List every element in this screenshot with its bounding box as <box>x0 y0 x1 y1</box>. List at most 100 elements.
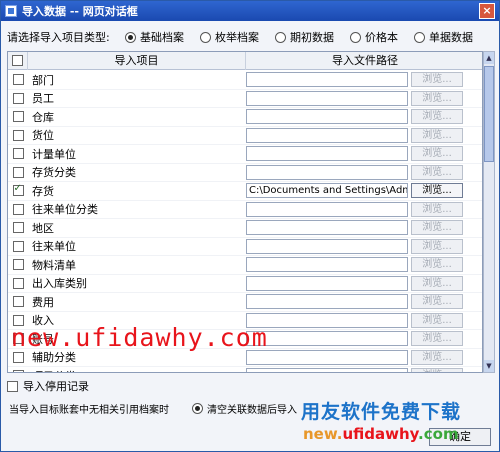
row-path-field[interactable] <box>246 275 408 291</box>
row-path-field[interactable]: C:\Documents and Settings\Admi... <box>246 183 408 199</box>
row-browse-button[interactable]: 浏览... <box>411 109 463 125</box>
radio-icon[interactable] <box>414 31 425 43</box>
row-item-name: 物料清单 <box>32 258 76 272</box>
row-checkbox-cell <box>8 92 28 104</box>
import-disabled-label: 导入停用记录 <box>23 380 89 393</box>
select-all-cell <box>8 52 28 70</box>
table-row: 往来单位 浏览... <box>8 238 482 256</box>
row-checkbox[interactable] <box>12 296 24 308</box>
row-browse-button[interactable]: 浏览... <box>411 349 463 365</box>
row-path-field[interactable] <box>246 294 408 310</box>
scroll-thumb[interactable] <box>484 66 494 162</box>
row-browse-button[interactable]: 浏览... <box>411 368 463 372</box>
watermark-url-part: new. <box>303 425 343 443</box>
watermark-url-large: new.ufidawhy.com <box>11 323 268 352</box>
row-browse-button[interactable]: 浏览... <box>411 312 463 328</box>
row-checkbox[interactable] <box>12 129 24 141</box>
type-option-price[interactable]: 价格本 <box>350 29 398 45</box>
row-checkbox-cell <box>8 351 28 363</box>
row-checkbox[interactable] <box>12 92 24 104</box>
watermark-url-part: .com <box>418 425 459 443</box>
row-checkbox[interactable] <box>12 148 24 160</box>
row-browse-button[interactable]: 浏览... <box>411 164 463 180</box>
row-path-field[interactable] <box>246 331 408 347</box>
clear-and-import-option[interactable]: 清空关联数据后导入 <box>192 401 297 416</box>
row-checkbox[interactable] <box>12 222 24 234</box>
row-path-field[interactable] <box>246 238 408 254</box>
type-option-label: 枚举档案 <box>215 31 259 44</box>
row-path-field[interactable] <box>246 109 408 125</box>
row-item-name: 费用 <box>32 295 54 309</box>
missing-reference-label: 当导入目标账套中无相关引用档案时 <box>9 405 169 416</box>
row-browse-button[interactable]: 浏览... <box>411 331 463 347</box>
row-checkbox[interactable] <box>12 203 24 215</box>
row-path-field[interactable] <box>246 72 408 88</box>
row-browse-button[interactable]: 浏览... <box>411 146 463 162</box>
row-checkbox-cell <box>8 148 28 160</box>
row-checkbox[interactable] <box>12 74 24 86</box>
row-item-name: 地区 <box>32 221 54 235</box>
row-checkbox[interactable] <box>12 183 24 197</box>
row-browse-button[interactable]: 浏览... <box>411 201 463 217</box>
type-option-enum[interactable]: 枚举档案 <box>200 29 259 45</box>
row-browse-button[interactable]: 浏览... <box>411 183 463 199</box>
select-all-checkbox[interactable] <box>12 55 23 66</box>
radio-icon[interactable] <box>350 31 361 43</box>
row-browse-button[interactable]: 浏览... <box>411 72 463 88</box>
row-path-field[interactable] <box>246 312 408 328</box>
row-browse-button[interactable]: 浏览... <box>411 238 463 254</box>
import-disabled-records-option[interactable]: 导入停用记录 <box>7 378 89 394</box>
row-browse-button[interactable]: 浏览... <box>411 90 463 106</box>
type-option-document[interactable]: 单据数据 <box>414 29 473 45</box>
row-item-name: 计量单位 <box>32 147 76 161</box>
table-row: 往来单位分类 浏览... <box>8 201 482 219</box>
scroll-down-arrow-icon[interactable]: ▼ <box>484 360 494 372</box>
row-browse-button[interactable]: 浏览... <box>411 257 463 273</box>
row-checkbox-cell <box>8 203 28 215</box>
row-item-name: 员工 <box>32 92 54 106</box>
type-option-opening[interactable]: 期初数据 <box>275 29 334 45</box>
row-checkbox-cell <box>8 111 28 123</box>
row-checkbox[interactable] <box>12 240 24 252</box>
row-path-field[interactable] <box>246 164 408 180</box>
table-row: 项目分类 浏览... <box>8 367 482 372</box>
row-browse-button[interactable]: 浏览... <box>411 127 463 143</box>
row-checkbox[interactable] <box>12 277 24 289</box>
row-item-name: 往来单位分类 <box>32 203 98 217</box>
dialog-title: 导入数据 -- 网页对话框 <box>22 5 138 18</box>
radio-icon[interactable] <box>192 403 203 414</box>
row-checkbox[interactable] <box>12 259 24 271</box>
row-checkbox[interactable] <box>12 351 24 363</box>
row-item-name: 存货 <box>32 184 54 198</box>
scroll-up-arrow-icon[interactable]: ▲ <box>484 52 494 64</box>
row-path-field[interactable] <box>246 201 408 217</box>
row-path-field[interactable] <box>246 90 408 106</box>
row-browse-button[interactable]: 浏览... <box>411 220 463 236</box>
row-browse-button[interactable]: 浏览... <box>411 275 463 291</box>
row-path-field[interactable] <box>246 146 408 162</box>
row-path-field[interactable] <box>246 127 408 143</box>
radio-icon[interactable] <box>200 31 211 43</box>
row-path-field[interactable] <box>246 257 408 273</box>
type-option-basic[interactable]: 基础档案 <box>125 29 184 45</box>
import-disabled-checkbox[interactable] <box>7 380 18 392</box>
row-path-field[interactable] <box>246 220 408 236</box>
row-item-name: 货位 <box>32 129 54 143</box>
row-checkbox[interactable] <box>12 166 24 178</box>
table-header: 导入项目 导入文件路径 <box>8 52 482 70</box>
row-path-field[interactable] <box>246 349 408 365</box>
row-checkbox-cell <box>8 129 28 141</box>
type-option-label: 单据数据 <box>429 31 473 44</box>
table-row: 存货分类 浏览... <box>8 164 482 182</box>
row-browse-button[interactable]: 浏览... <box>411 294 463 310</box>
type-option-label: 基础档案 <box>140 31 184 44</box>
radio-icon[interactable] <box>125 31 136 43</box>
row-checkbox[interactable] <box>12 111 24 123</box>
close-button[interactable]: × <box>479 3 495 19</box>
row-checkbox[interactable] <box>12 370 24 372</box>
table-row: 出入库类别 浏览... <box>8 275 482 293</box>
table-scrollbar[interactable]: ▲ ▼ <box>483 51 495 373</box>
radio-icon[interactable] <box>275 31 286 43</box>
table-row: 货位 浏览... <box>8 127 482 145</box>
row-path-field[interactable] <box>246 368 408 372</box>
